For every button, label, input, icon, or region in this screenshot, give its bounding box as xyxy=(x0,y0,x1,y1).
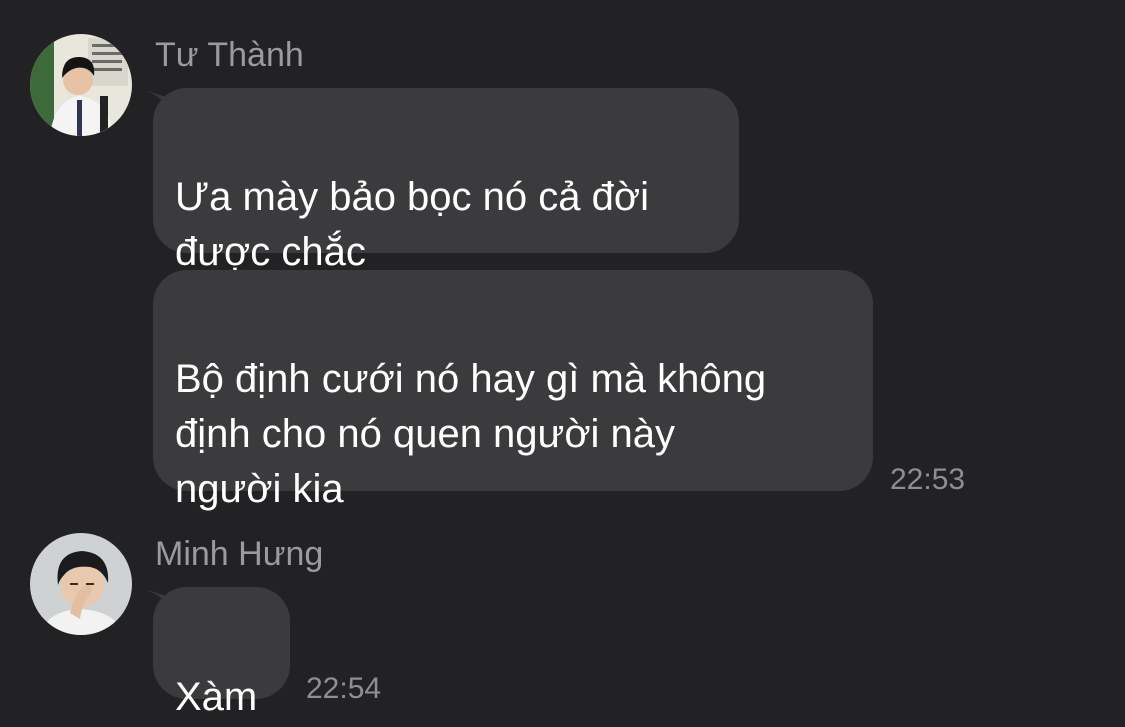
avatar-tu-thanh[interactable] xyxy=(30,34,132,136)
message-timestamp: 22:53 xyxy=(890,463,966,496)
avatar-minh-hung[interactable] xyxy=(30,533,132,635)
message-text: Ưa mày bảo bọc nó cả đời được chắc xyxy=(175,175,649,274)
avatar-tu-thanh-image xyxy=(30,34,132,136)
message-text: Bộ định cưới nó hay gì mà không định cho… xyxy=(175,357,767,511)
sender-name: Tư Thành xyxy=(155,36,304,74)
message-bubble[interactable]: Ưa mày bảo bọc nó cả đời được chắc xyxy=(153,88,739,274)
message-text: Xàm xyxy=(175,675,258,719)
sender-name: Minh Hưng xyxy=(155,535,324,573)
avatar-minh-hung-image xyxy=(30,533,132,635)
message-bubble[interactable]: Bộ định cưới nó hay gì mà không định cho… xyxy=(153,270,873,511)
message-bubble[interactable]: Xàm xyxy=(153,587,290,719)
message-timestamp: 22:54 xyxy=(306,672,382,705)
